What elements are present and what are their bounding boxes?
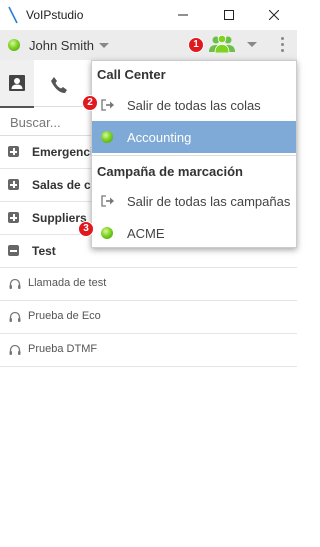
exit-all-campaigns-item[interactable]: Salir de todas las campañas <box>92 185 296 217</box>
list-item-label: Prueba DTMF <box>28 343 98 355</box>
campaign-item-acme[interactable]: ACME <box>92 217 296 249</box>
list-item-llamada-de-test[interactable]: Llamada de test <box>0 268 297 301</box>
exit-icon <box>101 99 114 111</box>
close-button[interactable] <box>251 0 297 30</box>
more-options-icon[interactable] <box>281 37 285 53</box>
campaign-header: Campaña de marcación <box>97 164 243 179</box>
expand-plus-icon[interactable] <box>8 212 19 223</box>
list-item-label: Llamada de test <box>28 277 107 289</box>
campaign-status-icon <box>101 227 113 239</box>
exit-icon <box>101 195 114 207</box>
call-center-chevron-down-icon[interactable] <box>247 42 257 47</box>
expand-plus-icon[interactable] <box>8 146 19 157</box>
close-icon <box>269 10 279 20</box>
window-title: VoIPstudio <box>26 8 84 22</box>
title-bar: VoIPstudio <box>0 0 297 30</box>
maximize-button[interactable] <box>206 0 252 30</box>
exit-all-campaigns-label: Salir de todas las campañas <box>127 194 291 209</box>
user-name-button[interactable]: John Smith <box>29 38 94 53</box>
campaign-label: ACME <box>127 226 165 241</box>
exit-all-queues-label: Salir de todas las colas <box>127 98 261 113</box>
app-logo-icon <box>8 6 18 24</box>
list-item-label: Prueba de Eco <box>28 310 101 322</box>
group-label: Suppliers <box>32 211 87 225</box>
call-center-header: Call Center <box>97 67 166 82</box>
call-center-group-icon[interactable] <box>209 35 235 53</box>
contacts-book-icon <box>9 75 25 91</box>
minimize-icon <box>178 14 188 16</box>
user-status-icon <box>8 39 20 51</box>
list-item-prueba-de-eco[interactable]: Prueba de Eco <box>0 301 297 334</box>
minimize-button[interactable] <box>160 0 206 30</box>
call-center-dropdown-menu: Call Center Salir de todas las colas Acc… <box>91 60 297 248</box>
headset-icon <box>9 344 21 355</box>
user-menu-chevron-down-icon[interactable] <box>99 43 109 48</box>
maximize-icon <box>224 10 234 20</box>
headset-icon <box>9 311 21 322</box>
expand-plus-icon[interactable] <box>8 179 19 190</box>
queue-item-accounting[interactable]: Accounting <box>92 121 296 153</box>
exit-all-queues-item[interactable]: Salir de todas las colas <box>92 89 296 121</box>
list-item-prueba-dtmf[interactable]: Prueba DTMF <box>0 334 297 367</box>
group-label: Test <box>32 244 56 258</box>
tab-contacts[interactable] <box>0 60 34 108</box>
queue-label: Accounting <box>127 130 192 145</box>
callout-badge-2: 2 <box>82 95 98 111</box>
callout-badge-3: 3 <box>78 221 94 237</box>
queue-status-icon <box>101 131 113 143</box>
headset-icon <box>9 278 21 289</box>
tab-calls-phone-icon[interactable] <box>50 76 68 94</box>
callout-badge-1: 1 <box>188 37 204 53</box>
menu-divider <box>92 155 296 156</box>
collapse-minus-icon[interactable] <box>8 245 19 256</box>
